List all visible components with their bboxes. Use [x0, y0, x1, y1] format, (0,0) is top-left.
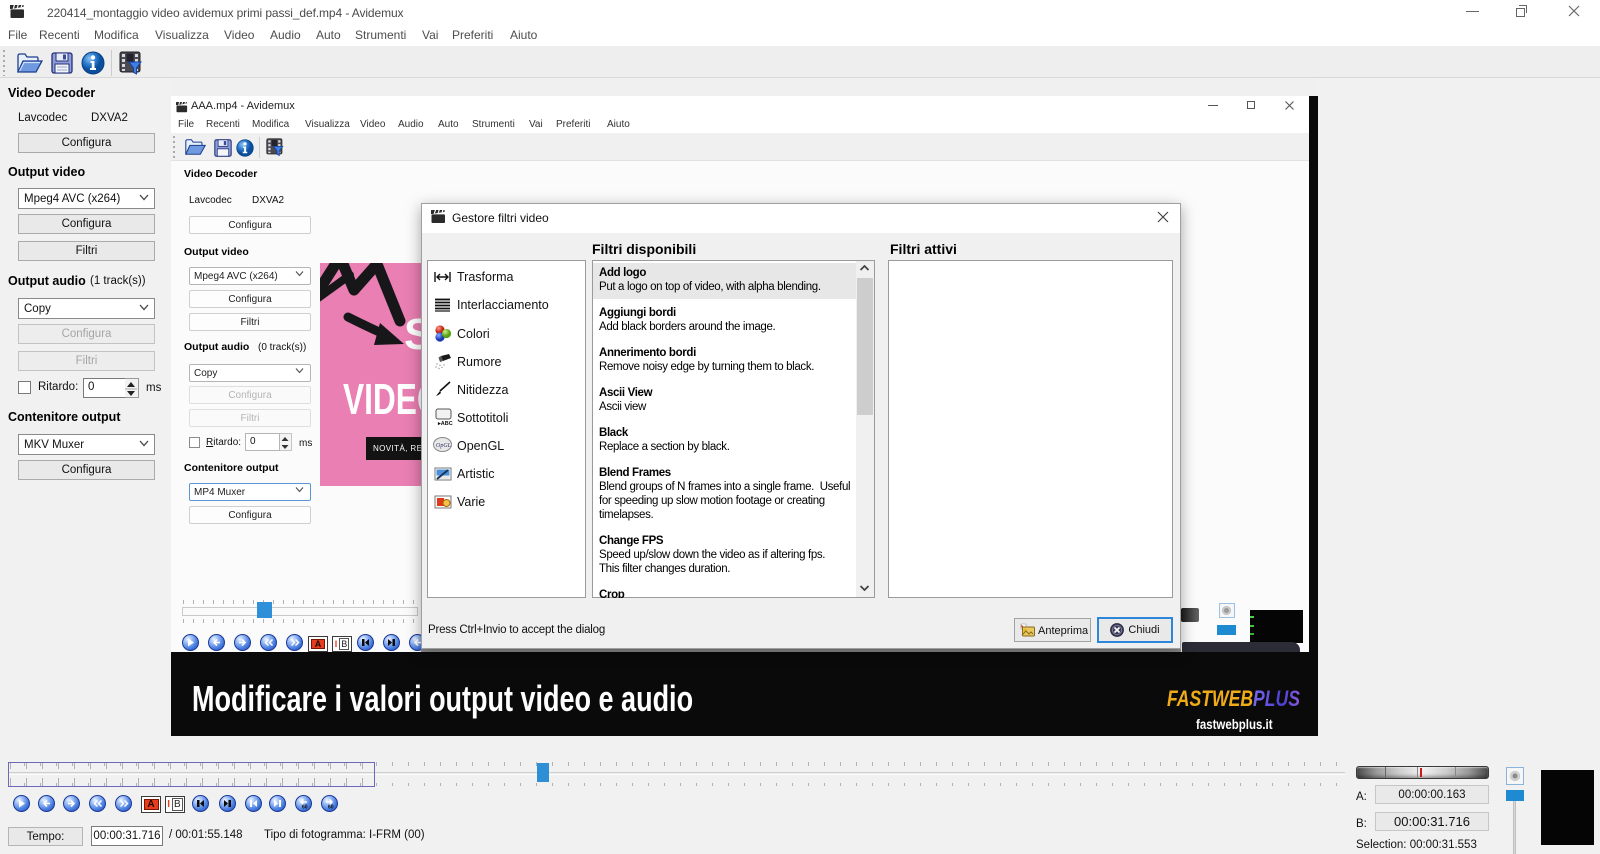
svg-text:OpGL: OpGL	[436, 443, 452, 449]
svg-text:60: 60	[328, 805, 334, 810]
svg-text:60: 60	[302, 805, 308, 810]
svg-text:▸ABC: ▸ABC	[437, 421, 453, 426]
